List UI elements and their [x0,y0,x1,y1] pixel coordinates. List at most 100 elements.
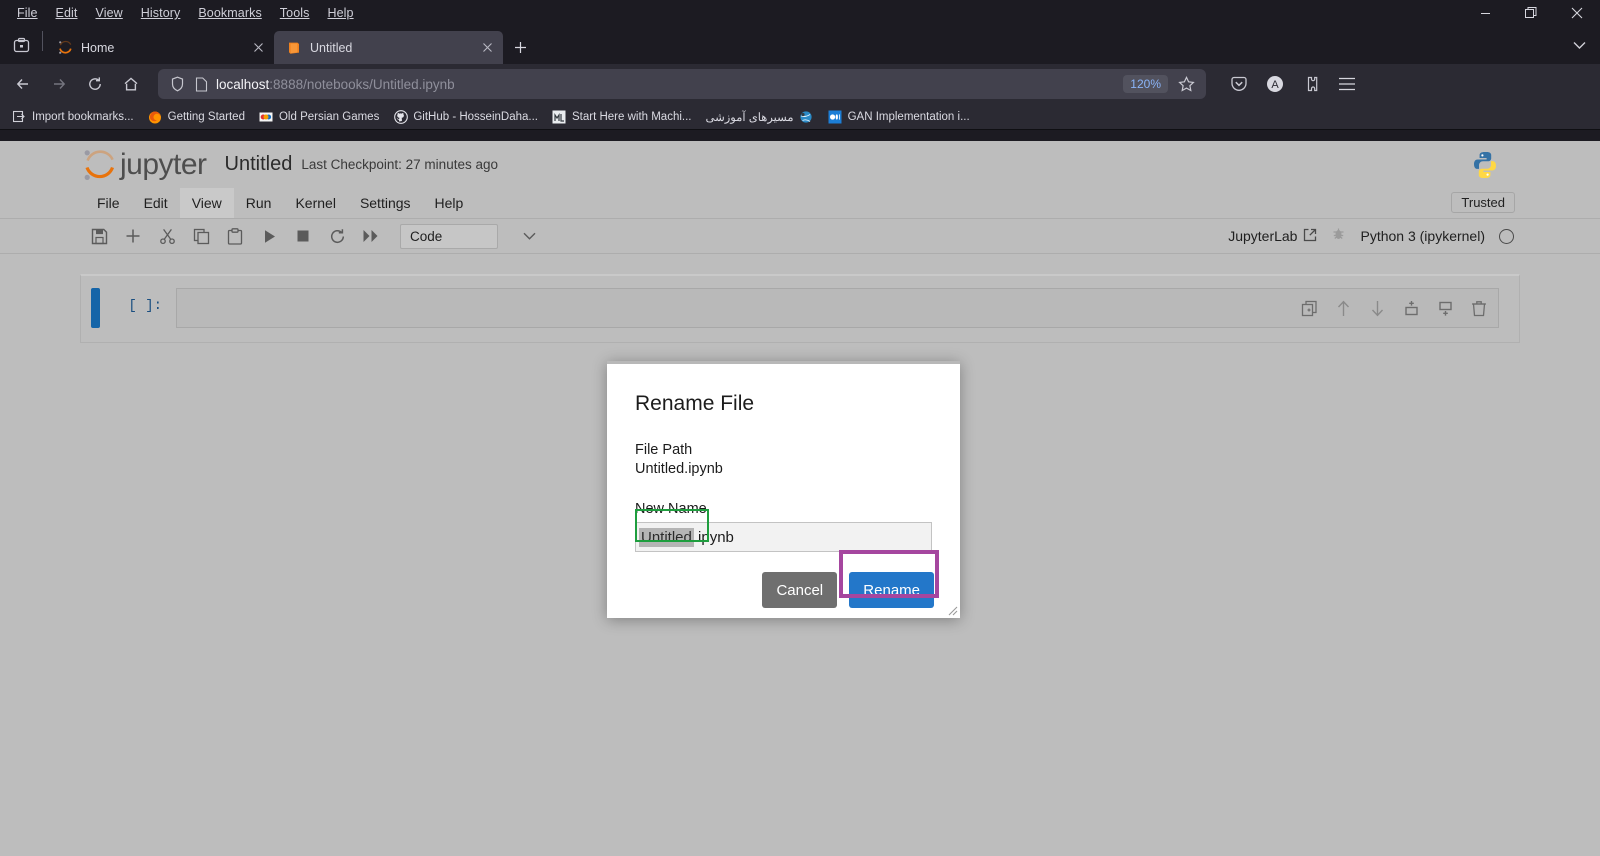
page-icon [190,76,212,92]
list-all-tabs-icon[interactable] [1564,32,1594,58]
firefox-icon [148,109,163,124]
minimize-icon[interactable] [1462,0,1508,26]
bookmark-label: GAN Implementation i... [847,110,970,123]
menubar-item-history[interactable]: History [132,3,190,23]
bookmark-gan-implementation[interactable]: GAN Implementation i... [822,107,976,126]
globe-icon [799,109,814,124]
jupyter-logo[interactable]: jupyter [82,148,207,182]
move-down-icon[interactable] [1367,298,1387,318]
idle-circle-icon[interactable] [1499,228,1514,244]
menubar-item-file[interactable]: File [8,3,47,23]
dialog-buttons: Cancel Rename [607,552,960,608]
url-bar[interactable]: localhost:8888/notebooks/Untitled.ipynb … [158,69,1206,99]
home-icon[interactable] [114,68,148,100]
forward-arrow-icon[interactable] [42,68,76,100]
save-icon[interactable] [82,222,116,250]
copy-icon[interactable] [184,222,218,250]
cancel-button[interactable]: Cancel [762,572,838,608]
bookmark-github[interactable]: GitHub - HosseinDaha... [387,107,544,126]
tab-label: Untitled [310,40,353,55]
bookmark-label: GitHub - HosseinDaha... [413,110,538,123]
new-name-input[interactable]: Untitled .ipynb [635,522,932,552]
delete-icon[interactable] [1469,298,1489,318]
cell-selection-bar [91,288,100,328]
bookmark-old-persian-games[interactable]: Old Persian Games [253,107,385,126]
new-tab-button[interactable] [503,31,537,64]
tab-untitled[interactable]: Untitled [274,31,503,64]
last-checkpoint-label: Last Checkpoint: 27 minutes ago [301,157,498,172]
status-badge[interactable]: Trusted [1451,192,1515,213]
tab-home[interactable]: Home [45,31,274,64]
rename-file-dialog: Rename File File Path Untitled.ipynb New… [607,361,960,618]
jupyter-menu-edit[interactable]: Edit [132,188,180,218]
star-icon[interactable] [1172,75,1200,93]
bookmark-import[interactable]: Import bookmarks... [6,107,140,126]
back-arrow-icon[interactable] [6,68,40,100]
run-icon[interactable] [252,222,286,250]
resize-handle-icon[interactable] [946,604,958,616]
close-icon[interactable] [1554,0,1600,26]
app-menu-icon[interactable] [1330,68,1364,100]
tab-strip: Home Untitled [0,26,1600,64]
jupyter-menubar: File Edit View Run Kernel Settings Help … [0,188,1600,219]
jupyterlab-label: JupyterLab [1228,228,1298,244]
rename-button[interactable]: Rename [849,572,934,608]
browser-actions: A [1222,68,1364,100]
jupyter-menu-help[interactable]: Help [423,188,476,218]
bookmarks-toolbar: Import bookmarks... Getting Started Old … [0,104,1600,130]
menubar-item-tools[interactable]: Tools [271,3,319,23]
insert-cell-icon[interactable] [116,222,150,250]
cut-icon[interactable] [150,222,184,250]
restore-icon[interactable] [1508,0,1554,26]
duplicate-icon[interactable] [1299,298,1319,318]
game-icon [259,109,274,124]
run-all-icon[interactable] [354,222,388,250]
jupyterlab-link[interactable]: JupyterLab [1228,228,1317,245]
paste-icon[interactable] [218,222,252,250]
bookmark-persian-learning-paths[interactable]: مسیرهای آموزشی [700,107,820,126]
menubar-item-view[interactable]: View [87,3,132,23]
page-title[interactable]: Untitled [225,153,293,176]
jupyter-menu-file[interactable]: File [85,188,132,218]
zoom-level-badge[interactable]: 120% [1123,75,1168,93]
insert-below-icon[interactable] [1435,298,1455,318]
bookmark-getting-started[interactable]: Getting Started [142,107,251,126]
pocket-icon[interactable] [1222,68,1256,100]
jupyter-logo-icon [84,149,115,180]
jupyter-icon [57,40,73,56]
tab-label: Home [81,40,115,55]
cell-type-value: Code [410,228,443,244]
python-logo-icon [1474,152,1496,178]
jupyter-menu-settings[interactable]: Settings [348,188,423,218]
cell-type-select[interactable]: Code [400,223,498,249]
external-link-icon [1303,228,1317,245]
reload-icon[interactable] [78,68,112,100]
dialog-title: Rename File [635,392,755,415]
bug-icon[interactable] [1331,226,1346,246]
close-icon[interactable] [248,38,268,58]
move-up-icon[interactable] [1333,298,1353,318]
notebook-cell[interactable]: [ ]: [81,288,1519,330]
menubar-item-help[interactable]: Help [318,3,362,23]
account-icon[interactable]: A [1258,68,1292,100]
kernel-name-label[interactable]: Python 3 (ipykernel) [1360,228,1485,244]
jupyter-menu-kernel[interactable]: Kernel [283,188,347,218]
jupyter-menu-view[interactable]: View [179,188,234,218]
firefox-view-icon[interactable] [0,26,42,64]
bookmark-machine-learning-mastery[interactable]: Start Here with Machi... [546,107,698,126]
chevron-down-icon[interactable] [512,222,546,250]
new-name-extension-text: .ipynb [693,528,734,546]
jupyter-menu-run[interactable]: Run [234,188,284,218]
tab-separator [42,30,43,51]
stop-icon[interactable] [286,222,320,250]
menubar-item-bookmarks[interactable]: Bookmarks [189,3,270,23]
menubar-item-edit[interactable]: Edit [47,3,87,23]
insert-above-icon[interactable] [1401,298,1421,318]
shield-icon[interactable] [164,76,190,92]
window-controls [1462,0,1600,26]
notebook-icon [286,40,302,56]
restart-icon[interactable] [320,222,354,250]
close-icon[interactable] [477,38,497,58]
extensions-icon[interactable] [1294,68,1328,100]
machinelearning-icon [552,109,567,124]
